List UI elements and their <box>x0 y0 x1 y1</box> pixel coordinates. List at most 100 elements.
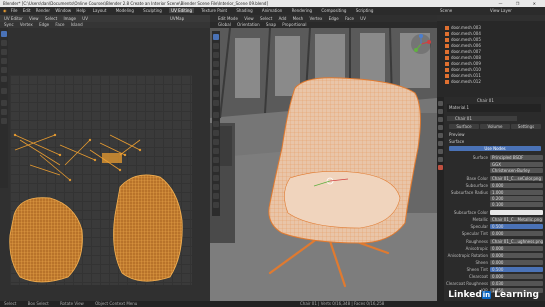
properties-panel[interactable]: Chair 01 Material.1 Chair 01 Surface Vol… <box>437 97 545 307</box>
section-surface[interactable]: Surface <box>449 139 464 144</box>
workspace-tab-texture-paint[interactable]: Texture Paint <box>199 8 229 13</box>
workspace-tab-modeling[interactable]: Modeling <box>114 8 136 13</box>
material-slot-item[interactable]: Material.1 <box>449 105 469 110</box>
tool-scale[interactable] <box>213 70 219 76</box>
tool-shrink-fatten[interactable] <box>213 193 219 199</box>
workspace-tab-layout[interactable]: Layout <box>91 8 109 13</box>
prop-row: Clearcoat Roughness 0.030 <box>446 281 543 287</box>
prop-row: Clearcoat 0.000 <box>446 274 543 280</box>
window-controls[interactable]: — ❐ ✕ <box>499 0 542 7</box>
tab-settings[interactable]: Settings <box>511 124 541 129</box>
3d-viewport-area[interactable]: Edit Mode View Select Add Mesh Vertex Ed… <box>210 15 437 307</box>
viewport-menu-face[interactable]: Face <box>345 16 354 21</box>
workspace-tab-scripting[interactable]: Scripting <box>354 8 376 13</box>
menu-help[interactable]: Help <box>76 8 85 13</box>
tab-surface[interactable]: Surface <box>449 124 479 129</box>
workspace-tab-animation[interactable]: Animation <box>260 8 284 13</box>
world-tab-icon[interactable] <box>438 133 443 138</box>
viewport-menu-edge[interactable]: Edge <box>329 16 339 21</box>
viewport-header: Edit Mode View Select Add Mesh Vertex Ed… <box>210 15 437 22</box>
viewport-subheader: Global Orientation Snap Proportional <box>210 22 437 28</box>
workspace-tab-shading[interactable]: Shading <box>234 8 254 13</box>
workspace-tab-uv-editing[interactable]: UV Editing <box>169 8 195 13</box>
tool-measure[interactable] <box>213 100 219 106</box>
properties-tab-column <box>437 97 444 307</box>
menu-window[interactable]: Window <box>55 8 71 13</box>
viewport-menu-add[interactable]: Add <box>279 16 287 21</box>
viewport-mode-selector[interactable]: Edit Mode <box>218 16 238 21</box>
viewport-menu-vertex[interactable]: Vertex <box>309 16 322 21</box>
prop-row: Subsurface 0.000 <box>446 183 543 189</box>
status-hint-rotate-view: Rotate View <box>59 301 84 306</box>
transform-orientation-selector[interactable]: Global <box>218 22 231 27</box>
tool-rotate[interactable] <box>213 61 219 67</box>
scene-tab-icon[interactable] <box>438 125 443 130</box>
scene-selector[interactable]: Scene <box>440 7 452 15</box>
prop-row: Anisotropic 0.000 <box>446 246 543 252</box>
mesh-object-icon <box>445 56 449 60</box>
status-bar: Select Box Select Rotate View Object Con… <box>0 301 545 307</box>
outliner-panel[interactable]: door.mesh.003 door.mesh.004 door.mesh.00… <box>437 15 545 97</box>
object-tab-icon[interactable] <box>438 141 443 146</box>
3d-scene-render[interactable] <box>210 28 437 307</box>
mesh-object-icon <box>445 50 449 54</box>
tool-cursor[interactable] <box>213 43 219 49</box>
blender-logo-icon[interactable]: ◉ <box>3 8 7 13</box>
prop-row: Specular 0.500 <box>446 224 543 230</box>
workspace-tab-sculpting[interactable]: Sculpting <box>141 8 164 13</box>
tool-extrude[interactable] <box>213 112 219 118</box>
linkedin-learning-watermark: Linkedin Learning <box>448 290 539 300</box>
workspace-tab-compositing[interactable]: Compositing <box>319 8 348 13</box>
render-tab-icon[interactable] <box>438 109 443 114</box>
navigation-gizmo[interactable] <box>410 33 432 55</box>
material-tab-icon[interactable] <box>438 165 443 170</box>
subsurface-color-swatch[interactable] <box>490 210 543 215</box>
use-nodes-button[interactable]: Use Nodes <box>449 146 541 151</box>
viewport-menu-view[interactable]: View <box>244 16 254 21</box>
tool-loop-cut[interactable] <box>213 139 219 145</box>
prop-row: Sheen 0.000 <box>446 260 543 266</box>
snap-toggle[interactable]: Snap <box>266 22 276 27</box>
status-hint-select: Select <box>4 301 17 306</box>
prop-row: 0.100 <box>446 202 543 208</box>
viewport-menu-uv[interactable]: UV <box>360 16 366 21</box>
menu-render[interactable]: Render <box>36 8 50 13</box>
modifier-tab-icon[interactable] <box>438 149 443 154</box>
linkedin-logo-icon: in <box>481 291 492 299</box>
tool-edge-slide[interactable] <box>213 184 219 190</box>
prop-row: Base Color Chair 01_C...seColor.png <box>466 176 543 181</box>
tool-shear[interactable] <box>213 202 219 208</box>
outliner-item[interactable]: door.mesh.012 <box>445 79 481 85</box>
tool-transform[interactable] <box>213 79 219 85</box>
view-layer-selector[interactable]: View Layer <box>490 7 512 15</box>
tool-poly-build[interactable] <box>213 157 219 163</box>
object-data-tab-icon[interactable] <box>438 157 443 162</box>
viewport-menu-mesh[interactable]: Mesh <box>293 16 304 21</box>
tool-bevel[interactable] <box>213 130 219 136</box>
section-preview[interactable]: Preview <box>449 132 465 137</box>
tool-select-box[interactable] <box>213 34 219 40</box>
mesh-object-icon <box>445 32 449 36</box>
tab-volume[interactable]: Volume <box>480 124 510 129</box>
tool-smooth[interactable] <box>213 175 219 181</box>
viewport-menu-select[interactable]: Select <box>260 16 272 21</box>
uv-islands[interactable] <box>0 15 210 307</box>
tool-move[interactable] <box>213 52 219 58</box>
tool-tab-icon[interactable] <box>438 101 443 106</box>
uv-editor-area[interactable]: UV Editor View Select Image UV UVMap Syn… <box>0 15 210 307</box>
pivot-selector[interactable]: Orientation <box>237 22 260 27</box>
output-tab-icon[interactable] <box>438 117 443 122</box>
tool-spin[interactable] <box>213 166 219 172</box>
material-slot-list[interactable]: Material.1 <box>447 104 541 112</box>
tool-knife[interactable] <box>213 148 219 154</box>
workspace-tab-rendering[interactable]: Rendering <box>290 8 314 13</box>
menu-file[interactable]: File <box>11 8 18 13</box>
menu-edit[interactable]: Edit <box>23 8 31 13</box>
mesh-object-icon <box>445 62 449 66</box>
tool-annotate[interactable] <box>213 91 219 97</box>
top-menubar: ◉ File Edit Render Window Help Layout Mo… <box>0 7 545 15</box>
mesh-object-icon <box>445 80 449 84</box>
tool-inset[interactable] <box>213 121 219 127</box>
material-name-field[interactable]: Chair 01 <box>447 116 517 121</box>
proportional-edit-toggle[interactable]: Proportional <box>282 22 306 27</box>
